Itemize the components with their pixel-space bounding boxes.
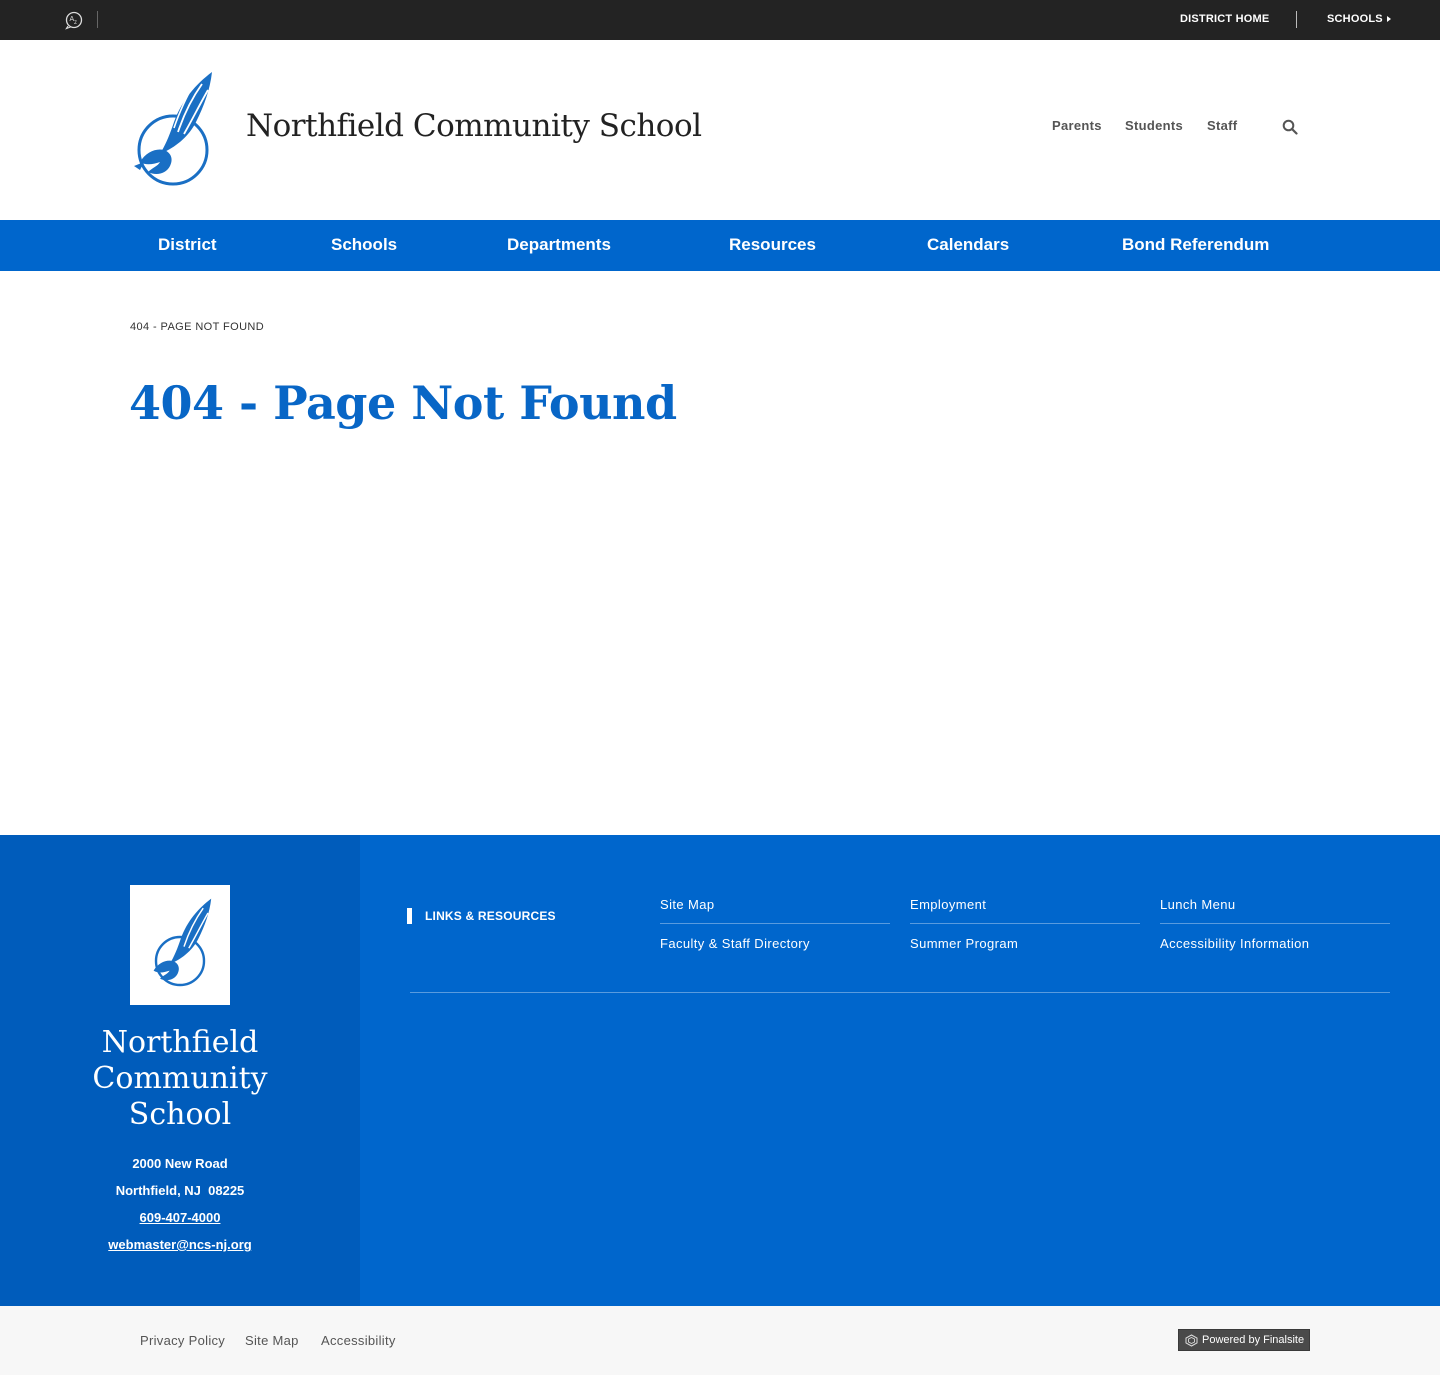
footer-link-divider — [660, 923, 890, 924]
site-header: Northfield Community School Parents Stud… — [0, 40, 1440, 220]
nav-item-district[interactable]: District — [158, 235, 217, 255]
accessibility-link[interactable]: Accessibility — [321, 1333, 396, 1348]
footer-link-employment[interactable]: Employment — [910, 897, 986, 912]
address-street: 2000 New Road — [132, 1156, 228, 1171]
caret-right-icon[interactable] — [1387, 16, 1391, 22]
footer-link-site-map[interactable]: Site Map — [660, 897, 715, 912]
footer-contact-panel: Northfield Community School 2000 New Roa… — [0, 835, 360, 1306]
search-icon[interactable] — [1282, 119, 1298, 135]
powered-by-text: Powered by Finalsite — [1202, 1334, 1305, 1346]
footer-school-name-line: Northfield — [101, 1025, 259, 1060]
address-city: Northfield, NJ 08225 — [115, 1183, 245, 1198]
footer-school-name-line: School — [128, 1097, 232, 1132]
legal-bar: Privacy Policy Site Map Accessibility Po… — [0, 1306, 1440, 1375]
school-name[interactable]: Northfield Community School — [246, 108, 702, 144]
hawk-logo[interactable] — [130, 70, 216, 190]
page-title: 404 - Page Not Found — [129, 376, 677, 430]
footer-link-accessibility-info[interactable]: Accessibility Information — [1160, 936, 1309, 951]
staff-link[interactable]: Staff — [1207, 118, 1237, 133]
schools-dropdown[interactable]: SCHOOLS — [1327, 13, 1383, 25]
nav-item-departments[interactable]: Departments — [507, 235, 611, 255]
email-link[interactable]: webmaster@ncs-nj.org — [0, 1237, 360, 1252]
nav-item-bond-referendum[interactable]: Bond Referendum — [1122, 235, 1269, 255]
footer-link-staff-directory[interactable]: Faculty & Staff Directory — [660, 936, 810, 951]
parents-link[interactable]: Parents — [1052, 118, 1102, 133]
phone-link[interactable]: 609-407-4000 — [0, 1210, 360, 1225]
nav-item-resources[interactable]: Resources — [729, 235, 816, 255]
svg-text:z: z — [74, 20, 77, 26]
powered-by-badge[interactable]: Powered by Finalsite — [1178, 1329, 1310, 1351]
district-home-link[interactable]: DISTRICT HOME — [1180, 13, 1269, 25]
footer-link-divider — [910, 923, 1140, 924]
footer-link-divider — [1160, 923, 1390, 924]
footer-divider — [410, 992, 1390, 993]
links-resources-heading: LINKS & RESOURCES — [425, 909, 556, 923]
nav-item-schools[interactable]: Schools — [331, 235, 397, 255]
footer-link-lunch-menu[interactable]: Lunch Menu — [1160, 897, 1236, 912]
site-map-link[interactable]: Site Map — [245, 1333, 299, 1348]
footer-link-summer-program[interactable]: Summer Program — [910, 936, 1018, 951]
nav-item-calendars[interactable]: Calendars — [927, 235, 1009, 255]
site-footer: Northfield Community School 2000 New Roa… — [0, 835, 1440, 1306]
footer-logo — [130, 885, 230, 1005]
footer-school-name-line: Community — [92, 1061, 268, 1096]
main-navigation: District Schools Departments Resources C… — [0, 220, 1440, 271]
students-link[interactable]: Students — [1125, 118, 1183, 133]
finalsite-icon — [1185, 1334, 1198, 1347]
utility-divider — [1296, 11, 1297, 28]
links-heading-marker — [407, 908, 412, 924]
footer-school-name: Northfield Community School — [0, 1025, 360, 1133]
utility-bar: A z DISTRICT HOME SCHOOLS — [0, 0, 1440, 40]
translate-icon[interactable]: A z — [64, 10, 84, 30]
privacy-policy-link[interactable]: Privacy Policy — [140, 1333, 225, 1348]
utility-divider — [97, 11, 98, 28]
breadcrumb: 404 - PAGE NOT FOUND — [130, 321, 265, 333]
hawk-logo — [153, 898, 212, 987]
